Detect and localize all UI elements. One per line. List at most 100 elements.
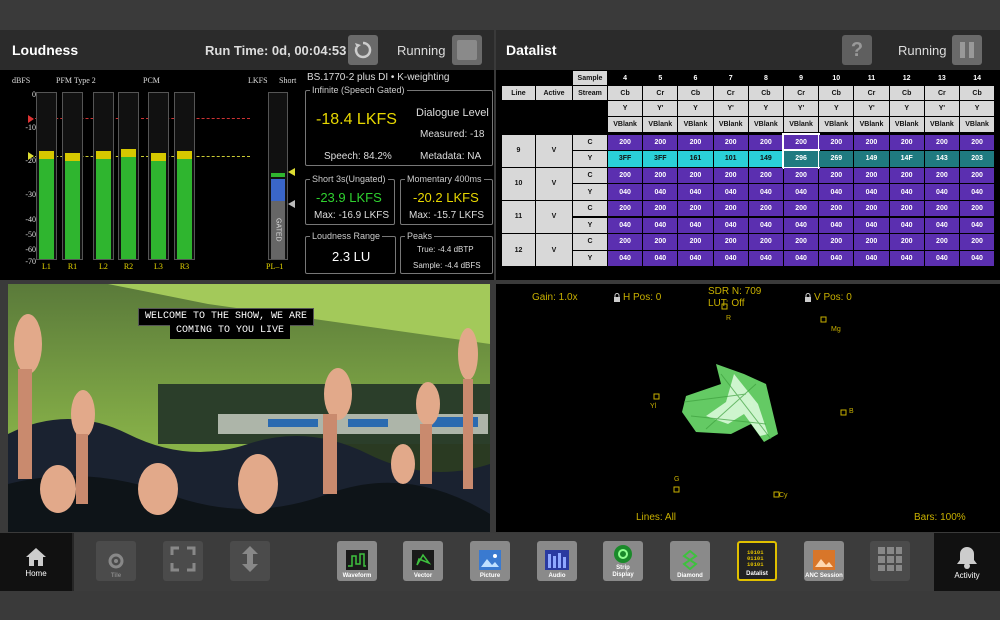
line-number: 12 [502,234,535,266]
swap-button[interactable] [230,541,270,581]
caption-line-1: WELCOME TO THE SHOW, WE ARE [145,311,308,322]
momentary-value: -20.2 LKFS [413,190,479,205]
scale-tick: -30 [25,190,36,199]
vblank-header: VBlank [713,117,748,132]
loudness-run-button[interactable] [452,35,482,65]
data-cell: 200 [960,234,995,250]
data-cell: 200 [678,168,713,184]
sample-col-header: 9 [784,71,819,85]
data-cell: 161 [678,151,713,167]
data-cell: 040 [854,184,889,200]
meter-level [151,157,166,259]
momentary-max: Max: -15.7 LKFS [409,210,485,221]
caption-overlay-2: COMING TO YOU LIVE [170,323,291,339]
datalist-button[interactable]: 10101 01101 10101 Datalist [737,541,777,581]
sample-col-header: 8 [748,71,783,85]
data-cell: 040 [854,217,889,233]
vector-label: Vector [413,573,433,579]
data-cell: 200 [608,135,643,151]
data-cell: 200 [854,234,889,250]
stream-y: Y [573,250,607,266]
vector-panel: R Mg B Cy G Yl [496,284,1000,532]
audio-button[interactable]: Audio [537,541,577,581]
meter-peak [121,149,136,157]
bars-label: Bars: 100% [914,512,966,523]
reset-button[interactable] [348,35,378,65]
data-cell: 040 [924,250,959,266]
data-cell: 040 [784,217,819,233]
help-button[interactable]: ? [842,35,872,65]
meter-level [65,157,80,259]
data-cell: 040 [748,184,783,200]
data-cell: 200 [643,168,678,184]
line-number: 10 [502,168,535,200]
activity-button[interactable]: Activity [934,533,1000,591]
data-cell: 040 [854,250,889,266]
pause-button[interactable] [952,35,982,65]
diamond-icon [682,550,698,570]
up-down-arrow-icon [242,546,258,572]
diamond-button[interactable]: Diamond [670,541,710,581]
data-cell: 200 [713,135,748,151]
data-cell: 040 [678,184,713,200]
lkfs-label: LKFS [248,76,268,85]
app-window: { "loudness": { "title": "Loudness", "ru… [0,0,1000,620]
pause-icon [960,42,974,58]
waveform-button[interactable]: Waveform [337,541,377,581]
picture-button[interactable]: Picture [470,541,510,581]
data-cell: 101 [713,151,748,167]
lut-label: LUT: Off [708,298,745,309]
sample-col-header: 11 [854,71,889,85]
gated-label: GATED [274,218,282,242]
data-cell: 149 [748,151,783,167]
short-meter: GATED [268,92,288,260]
audio-meter-bar [62,92,83,260]
line-header: Line [502,86,535,100]
data-cell: 040 [713,184,748,200]
datalist-header: Datalist ? Running [496,30,1000,70]
data-cell: 200 [960,201,995,217]
vector-button[interactable]: Vector [403,541,443,581]
runtime-label: Run Time: 0d, 00:04:53 [205,42,347,58]
range-box: Loudness Range 2.3 LU [305,231,396,274]
data-cell: 040 [889,184,924,200]
chroma-header: Cb [889,86,924,100]
meter-peak [39,151,54,159]
pcm-label: PCM [143,76,160,85]
luma-header: Y' [924,101,959,116]
anc-session-button[interactable]: ANC Session [804,541,844,581]
channel-label: R3 [179,262,190,271]
chroma-header: Cr [784,86,819,100]
audio-meter-bar [118,92,139,260]
audio-label: Audio [548,573,566,579]
data-cell: 200 [784,201,819,217]
active-value: V [536,135,572,167]
data-cell: 200 [784,168,819,184]
grid-button[interactable] [870,541,910,581]
chroma-header: Cb [819,86,854,100]
chroma-header: Cb [678,86,713,100]
short-value: -23.9 LKFS [316,190,382,205]
data-cell: 040 [924,217,959,233]
data-cell: 203 [960,151,995,167]
vpos-value: V Pos: 0 [814,292,852,303]
channel-label: L1 [42,262,51,271]
active-value: V [536,201,572,233]
range-caption: Loudness Range [310,231,383,241]
data-cell: 200 [924,168,959,184]
chroma-header: Cr [713,86,748,100]
tile-button[interactable]: Tile [96,541,136,581]
fullscreen-button[interactable] [163,541,203,581]
home-button[interactable]: Home [0,533,72,591]
channel-label: L3 [154,262,163,271]
data-cell: 200 [819,234,854,250]
target-b: B [849,408,854,415]
meter-level [96,155,111,259]
data-cell: 200 [713,234,748,250]
meter-level [39,155,54,259]
data-cell: 040 [819,184,854,200]
caption-line-2: COMING TO YOU LIVE [176,325,285,336]
dbfs-label: dBFS [12,76,31,85]
strip-display-button[interactable]: Strip Display [603,541,643,581]
hpos-value: H Pos: 0 [623,292,662,303]
